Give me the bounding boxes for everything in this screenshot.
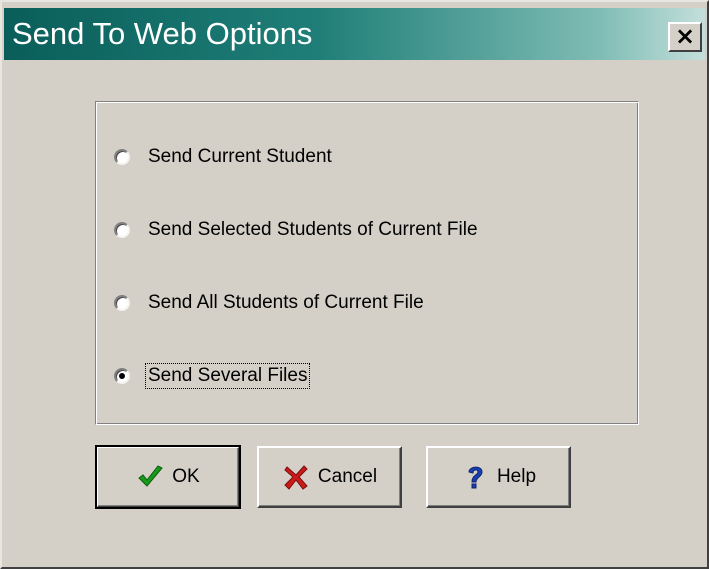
help-button[interactable]: Help xyxy=(426,446,571,508)
help-label: Help xyxy=(496,466,537,487)
option-label: Send Current Student xyxy=(148,146,332,167)
option-send-several-files[interactable]: Send Several Files xyxy=(114,361,311,391)
title-bar[interactable]: Send To Web Options × xyxy=(4,8,705,60)
option-label: Send All Students of Current File xyxy=(148,292,424,313)
x-cross-icon xyxy=(284,465,308,490)
radio-send-current-student[interactable] xyxy=(114,149,130,165)
cancel-label: Cancel xyxy=(317,466,378,487)
option-send-selected-students[interactable]: Send Selected Students of Current File xyxy=(114,215,480,245)
radio-send-all-students[interactable] xyxy=(114,295,130,311)
close-icon: × xyxy=(674,22,696,50)
send-to-web-options-dialog: Send To Web Options × Send Current Stude… xyxy=(0,0,709,569)
question-mark-icon xyxy=(468,466,483,489)
cancel-button[interactable]: Cancel xyxy=(257,446,402,508)
option-label: Send Selected Students of Current File xyxy=(148,219,478,240)
ok-button[interactable]: OK xyxy=(95,445,241,509)
close-button[interactable]: × xyxy=(668,22,702,52)
option-send-all-students[interactable]: Send All Students of Current File xyxy=(114,288,426,318)
ok-label: OK xyxy=(172,466,200,487)
radio-send-several-files[interactable] xyxy=(114,368,130,384)
checkmark-icon xyxy=(138,465,164,487)
option-send-current-student[interactable]: Send Current Student xyxy=(114,142,334,172)
option-label: Send Several Files xyxy=(144,363,311,389)
radio-send-selected-students[interactable] xyxy=(114,222,130,238)
dialog-title: Send To Web Options xyxy=(12,16,313,51)
